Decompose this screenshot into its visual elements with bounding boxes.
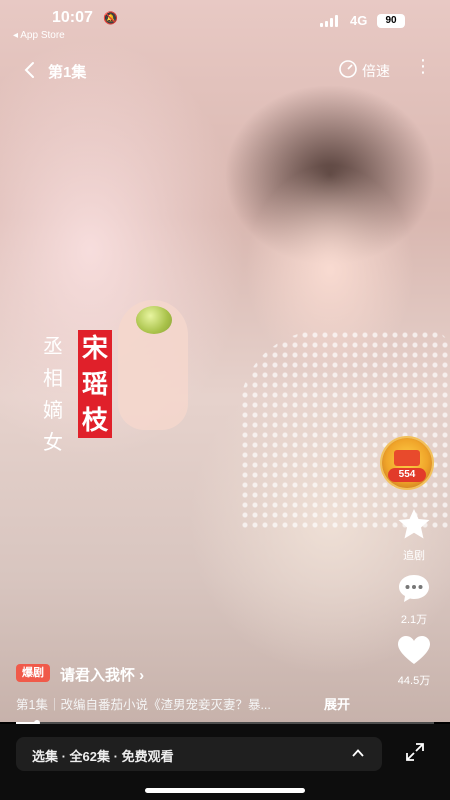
signal-icon xyxy=(320,15,342,27)
follow-button[interactable]: 追剧 xyxy=(378,508,450,563)
like-button[interactable]: 44.5万 xyxy=(378,635,450,688)
top-bar: 第1集 倍速 ⋮ xyxy=(0,52,450,88)
home-indicator xyxy=(145,788,305,793)
fullscreen-icon[interactable] xyxy=(404,741,426,763)
title-char-red: 宋 xyxy=(78,330,112,366)
heart-icon xyxy=(398,636,430,664)
title-char: 丞 xyxy=(43,336,63,358)
battery-icon: 90 xyxy=(377,14,405,28)
episode-title: 第1集 xyxy=(48,64,87,81)
title-char: 女 xyxy=(43,432,63,454)
comment-count: 2.1万 xyxy=(400,614,428,626)
title-char-red: 枝 xyxy=(78,402,112,438)
series-name-link[interactable]: 请君入我怀 › xyxy=(60,664,144,685)
status-bar: 10:07 🔕 ◂ App Store 4G 90 xyxy=(0,0,450,44)
episode-selector-label: 选集 · 全62集 · 免费观看 xyxy=(32,749,174,764)
speed-icon xyxy=(339,60,357,78)
video-grape xyxy=(136,306,172,334)
follow-label: 追剧 xyxy=(403,550,425,562)
comment-button[interactable]: 2.1万 xyxy=(378,572,450,627)
title-char-red: 瑶 xyxy=(78,366,112,402)
back-to-app-link[interactable]: ◂ App Store xyxy=(13,30,65,41)
title-char: 嫡 xyxy=(43,400,63,422)
coin-reward-button[interactable]: 554 xyxy=(382,438,432,488)
comment-icon xyxy=(399,575,429,602)
bottom-panel: 选集 · 全62集 · 免费观看 xyxy=(0,724,450,800)
treasure-box-icon xyxy=(394,450,420,466)
network-type: 4G xyxy=(350,13,368,28)
coin-count: 554 xyxy=(388,468,426,482)
back-arrow-icon[interactable] xyxy=(18,58,42,82)
speed-label: 倍速 xyxy=(362,63,390,79)
expand-button[interactable]: 展开 xyxy=(324,694,350,713)
like-count: 44.5万 xyxy=(397,675,431,687)
title-char: 相 xyxy=(43,368,63,390)
hot-tag-badge: 爆剧 xyxy=(16,664,50,682)
video-bead-cape xyxy=(240,330,450,530)
episode-description: 第1集｜改编自番茄小说《渣男宠妾灭妻？暴... xyxy=(16,698,271,712)
status-time: 10:07 xyxy=(52,9,93,26)
mute-icon: 🔕 xyxy=(103,11,118,25)
more-icon[interactable]: ⋮ xyxy=(414,56,432,77)
star-icon xyxy=(398,509,430,539)
chevron-up-icon xyxy=(352,749,364,757)
episode-selector[interactable]: 选集 · 全62集 · 免费观看 xyxy=(16,737,382,771)
